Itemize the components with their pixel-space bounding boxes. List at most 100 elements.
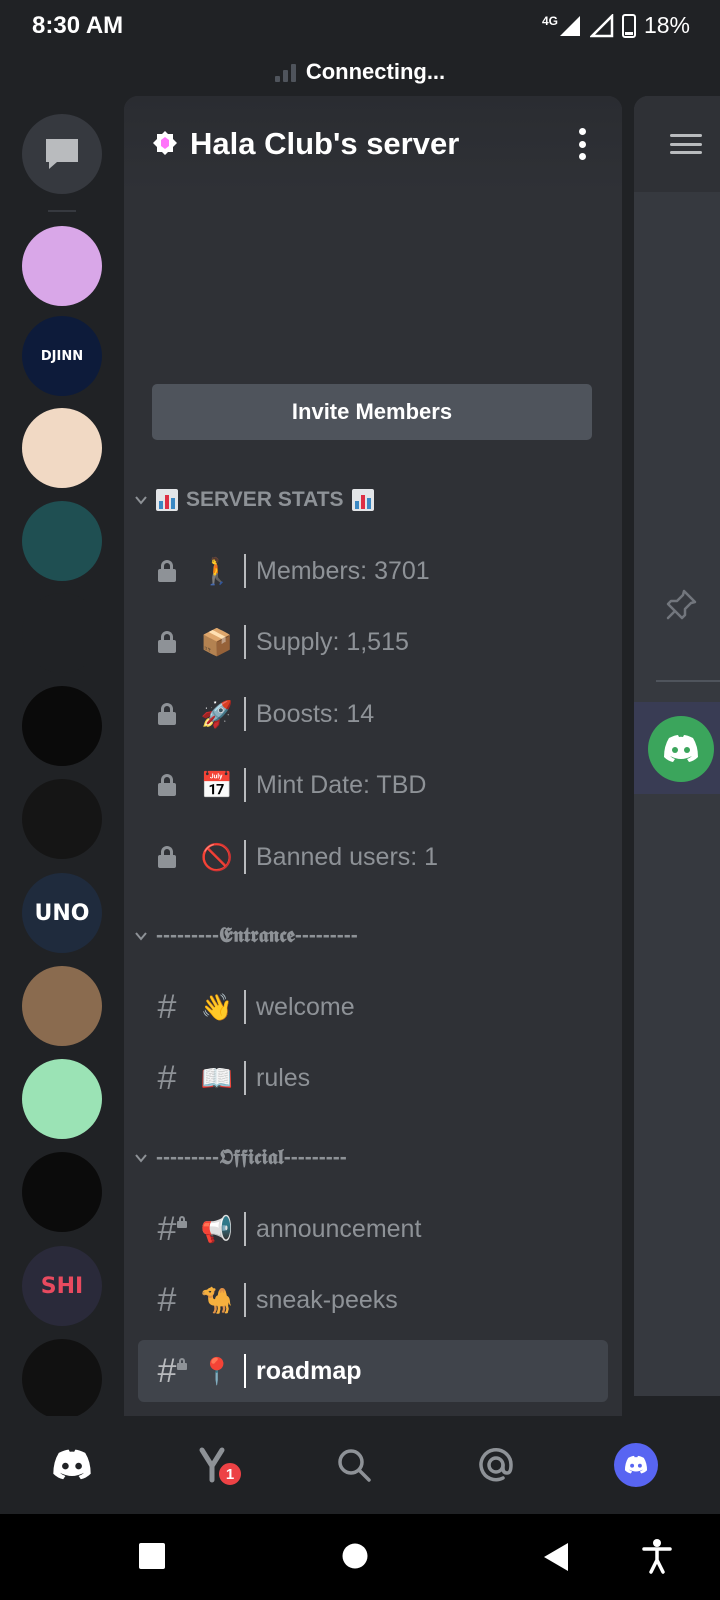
lock-icon bbox=[138, 754, 196, 816]
channel-emoji: 🚫 bbox=[200, 841, 234, 872]
server-header[interactable]: Hala Club's server bbox=[124, 96, 622, 192]
guild-icon-djinn-guild-games[interactable]: DJINN bbox=[22, 316, 102, 396]
guild-icon-purple-cube-server[interactable] bbox=[22, 593, 102, 673]
category-header[interactable]: SERVER STATS bbox=[134, 488, 374, 512]
chat-bubble-icon bbox=[46, 139, 78, 169]
pin-icon[interactable] bbox=[664, 588, 698, 622]
locked-hash-icon: # bbox=[138, 1198, 196, 1260]
channel-name: sneak-peeks bbox=[256, 1285, 398, 1314]
connection-text: Connecting... bbox=[305, 59, 446, 84]
channel-name: Mint Date: TBD bbox=[256, 770, 427, 799]
channel-item[interactable]: # 👋 welcome bbox=[138, 976, 608, 1038]
guild-icon-g-logo-server[interactable] bbox=[22, 1339, 102, 1416]
channel-panel: Hala Club's server Invite Members SERVER… bbox=[124, 96, 622, 1416]
channel-divider bbox=[244, 1283, 246, 1317]
discord-avatar bbox=[648, 716, 714, 782]
server-boost-icon bbox=[153, 131, 177, 155]
chevron-down-icon bbox=[135, 932, 147, 941]
channel-name: Members: 3701 bbox=[256, 556, 430, 585]
nav-friends-button[interactable]: 1 bbox=[186, 1438, 244, 1492]
guild-icon-uno-server[interactable]: UNO bbox=[22, 873, 102, 953]
bottom-navigation: 1 bbox=[0, 1416, 720, 1514]
guild-icon-burst-server[interactable] bbox=[22, 1152, 102, 1232]
channel-name: Supply: 1,515 bbox=[256, 627, 409, 656]
guild-icon-island-server[interactable] bbox=[22, 1059, 102, 1139]
lock-icon bbox=[138, 826, 196, 888]
status-time: 8:30 AM bbox=[32, 12, 124, 39]
status-bar: 8:30 AM 4G 18% bbox=[0, 0, 720, 52]
server-list: DJINN UNO SHI bbox=[0, 96, 124, 1416]
direct-messages-button[interactable] bbox=[22, 114, 102, 194]
channel-emoji: 📅 bbox=[200, 769, 234, 800]
hamburger-menu-icon[interactable] bbox=[670, 134, 702, 154]
accessibility-icon[interactable] bbox=[642, 1538, 672, 1574]
channel-emoji: 🐪 bbox=[200, 1284, 234, 1315]
nav-mentions-button[interactable] bbox=[468, 1438, 524, 1492]
nav-home-button[interactable] bbox=[44, 1438, 100, 1492]
hash-icon: # bbox=[157, 988, 177, 1026]
channel-divider bbox=[244, 1354, 246, 1388]
guild-icon-neon-b-server[interactable] bbox=[22, 686, 102, 766]
channel-name: roadmap bbox=[256, 1356, 362, 1385]
back-triangle-icon[interactable] bbox=[542, 1542, 570, 1572]
channel-item[interactable]: # 📍 roadmap bbox=[138, 1340, 608, 1402]
friends-badge: 1 bbox=[216, 1460, 244, 1488]
rail-separator bbox=[48, 210, 76, 212]
connection-banner: Connecting... bbox=[0, 52, 720, 92]
guild-icon-great-wave-server[interactable] bbox=[22, 408, 102, 488]
cell-signal-2-icon bbox=[589, 13, 614, 37]
guild-initials: SHI bbox=[40, 1273, 84, 1299]
channel-divider bbox=[244, 768, 246, 802]
recent-apps-icon[interactable] bbox=[138, 1542, 166, 1570]
channel-item[interactable]: 📦 Supply: 1,515 bbox=[138, 611, 608, 673]
home-circle-icon[interactable] bbox=[341, 1542, 369, 1570]
chevron-down-icon bbox=[135, 496, 147, 505]
channel-item[interactable]: # 📖 rules bbox=[138, 1047, 608, 1109]
channel-item[interactable]: 🚀 Boosts: 14 bbox=[138, 683, 608, 745]
channel-name: Boosts: 14 bbox=[256, 699, 375, 728]
channel-emoji: 📖 bbox=[200, 1062, 234, 1093]
category-header[interactable]: ---------𝕺𝖋𝖋𝖎𝖈𝖎𝖆𝖑--------- bbox=[134, 1146, 347, 1170]
channel-name: Banned users: 1 bbox=[256, 842, 439, 871]
channel-name: welcome bbox=[256, 992, 355, 1021]
channel-item[interactable]: 🚶 Members: 3701 bbox=[138, 540, 608, 602]
chevron-down-icon bbox=[135, 1154, 147, 1163]
category-header[interactable]: ---------𝕰𝖓𝖙𝖗𝖆𝖓𝖈𝖊--------- bbox=[134, 924, 358, 948]
discord-home-icon bbox=[53, 1449, 91, 1480]
guild-icon-shi-server[interactable]: SHI bbox=[22, 1246, 102, 1326]
more-options-icon[interactable] bbox=[578, 128, 586, 160]
hash-icon: # bbox=[157, 1281, 177, 1319]
guild-icon-ape-art-server[interactable] bbox=[22, 966, 102, 1046]
guild-icon-b-logo-server[interactable] bbox=[22, 501, 102, 581]
channel-emoji: 🚀 bbox=[200, 698, 234, 729]
guild-icon-anime-girl-server[interactable] bbox=[22, 226, 102, 306]
member-separator bbox=[656, 680, 720, 682]
channel-item[interactable]: 🚫 Banned users: 1 bbox=[138, 826, 608, 888]
nav-search-button[interactable] bbox=[326, 1438, 382, 1492]
nav-profile-button[interactable] bbox=[608, 1438, 664, 1492]
channel-divider bbox=[244, 840, 246, 874]
connection-bars-icon bbox=[274, 62, 296, 82]
category-label: SERVER STATS bbox=[186, 488, 344, 511]
channel-name: rules bbox=[256, 1063, 311, 1092]
channel-item[interactable]: # 📢 announcement bbox=[138, 1198, 608, 1260]
discord-logo-icon bbox=[664, 735, 698, 762]
category-label: ---------𝕺𝖋𝖋𝖎𝖈𝖎𝖆𝖑--------- bbox=[156, 1146, 347, 1169]
battery-percent: 18% bbox=[643, 12, 690, 38]
invite-members-button[interactable]: Invite Members bbox=[152, 384, 592, 440]
at-mention-icon bbox=[479, 1448, 513, 1482]
bar-chart-icon bbox=[156, 489, 178, 511]
channel-item[interactable]: 📅 Mint Date: TBD bbox=[138, 754, 608, 816]
server-name: Hala Club's server bbox=[190, 126, 460, 161]
channel-emoji: 📍 bbox=[200, 1355, 234, 1386]
channel-divider bbox=[244, 554, 246, 588]
member-item[interactable] bbox=[634, 702, 720, 794]
network-type: 4G bbox=[541, 13, 558, 28]
channel-emoji: 👋 bbox=[200, 991, 234, 1022]
cell-signal-icon bbox=[559, 15, 580, 36]
hash-icon: # bbox=[157, 1059, 177, 1097]
channel-item[interactable]: # 🐪 sneak-peeks bbox=[138, 1269, 608, 1331]
guild-icon-obs-server[interactable] bbox=[22, 779, 102, 859]
lock-icon bbox=[138, 540, 196, 602]
guild-initials: DJINN bbox=[40, 348, 84, 364]
